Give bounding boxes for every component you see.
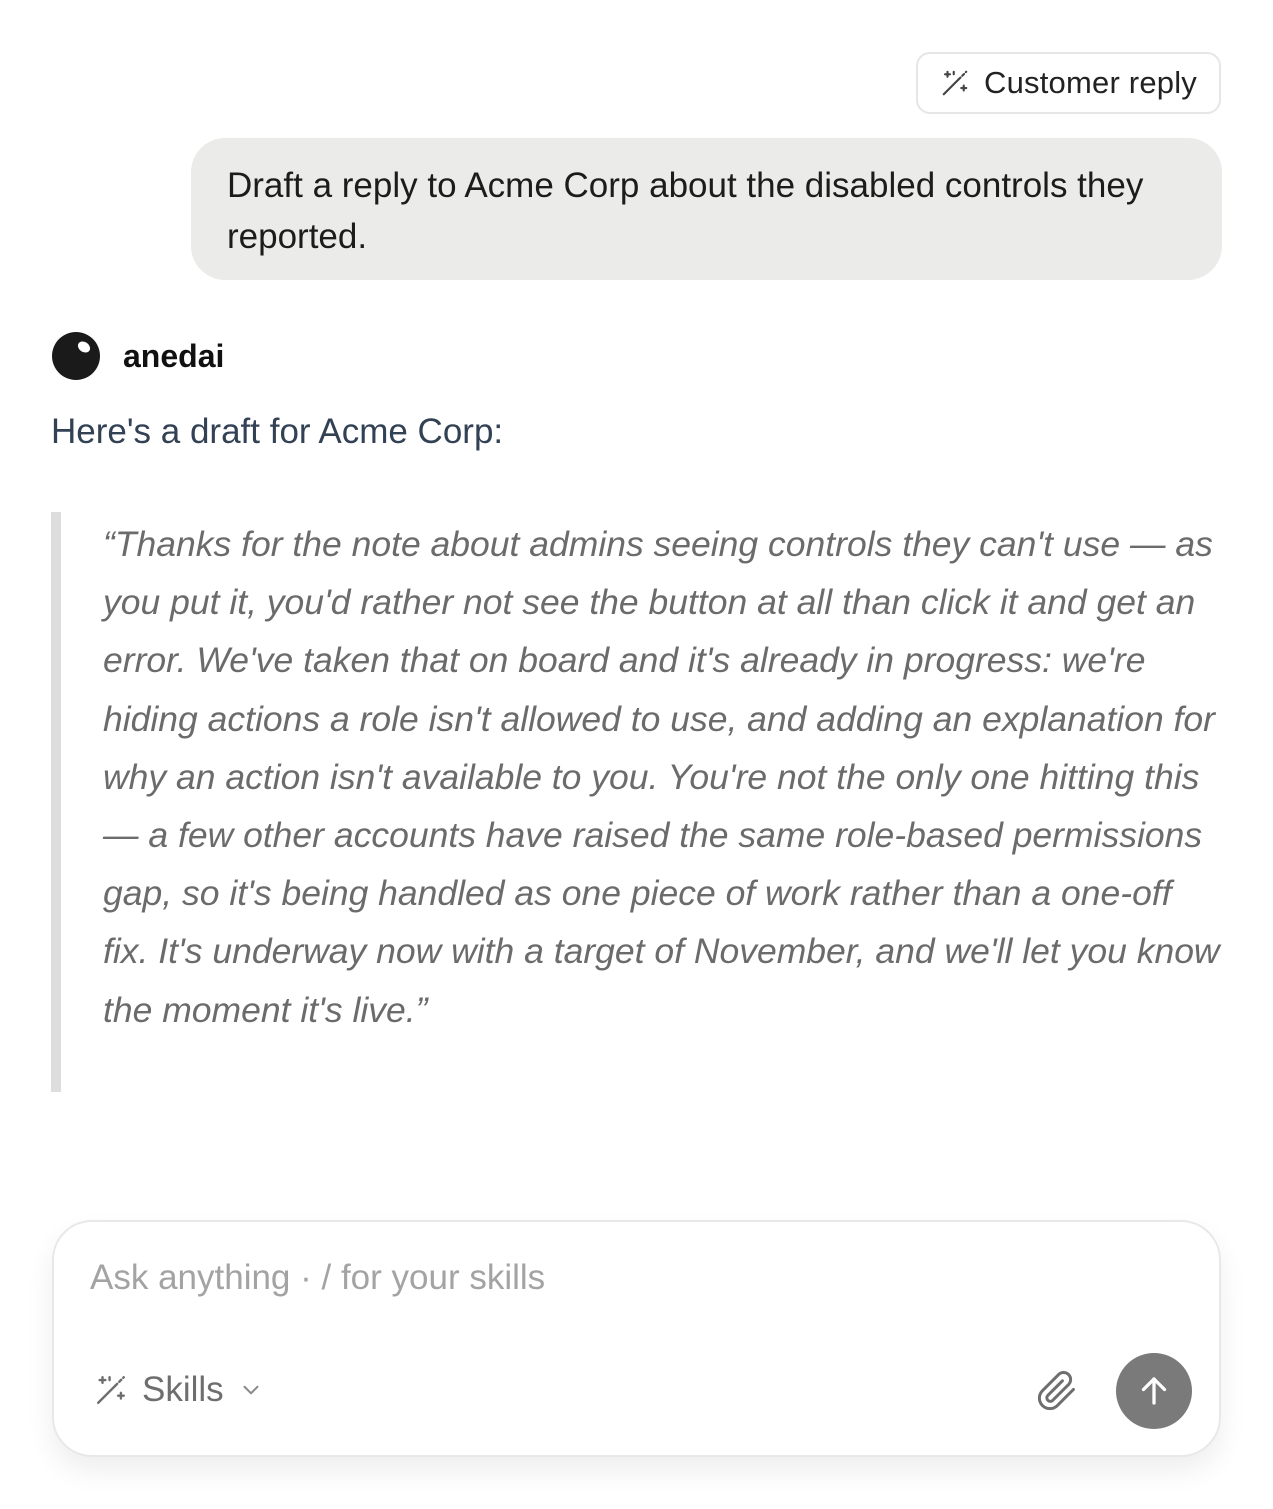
user-message-bubble: Draft a reply to Acme Corp about the dis… xyxy=(191,138,1222,280)
attach-button[interactable] xyxy=(1036,1370,1078,1412)
skill-chip-label: Customer reply xyxy=(984,65,1197,100)
assistant-name: anedai xyxy=(123,337,225,374)
composer-input[interactable]: Ask anything · / for your skills xyxy=(90,1258,545,1298)
magic-wand-icon xyxy=(940,68,970,98)
assistant-intro-text: Here's a draft for Acme Corp: xyxy=(51,412,504,451)
anedai-avatar-icon xyxy=(51,331,101,381)
skills-label: Skills xyxy=(142,1370,224,1409)
paperclip-icon xyxy=(1036,1370,1078,1412)
draft-quote-block: “Thanks for the note about admins seeing… xyxy=(51,512,1221,1092)
skills-dropdown-button[interactable]: Skills xyxy=(94,1370,264,1410)
assistant-header: anedai xyxy=(51,331,224,381)
magic-wand-icon xyxy=(94,1373,128,1407)
skill-chip[interactable]: Customer reply xyxy=(916,52,1221,114)
draft-quote-text: “Thanks for the note about admins seeing… xyxy=(103,524,1220,1030)
composer: Ask anything · / for your skills Skills xyxy=(52,1220,1221,1457)
arrow-up-icon xyxy=(1136,1373,1172,1409)
chevron-down-icon xyxy=(238,1377,264,1403)
send-button[interactable] xyxy=(1116,1353,1192,1429)
